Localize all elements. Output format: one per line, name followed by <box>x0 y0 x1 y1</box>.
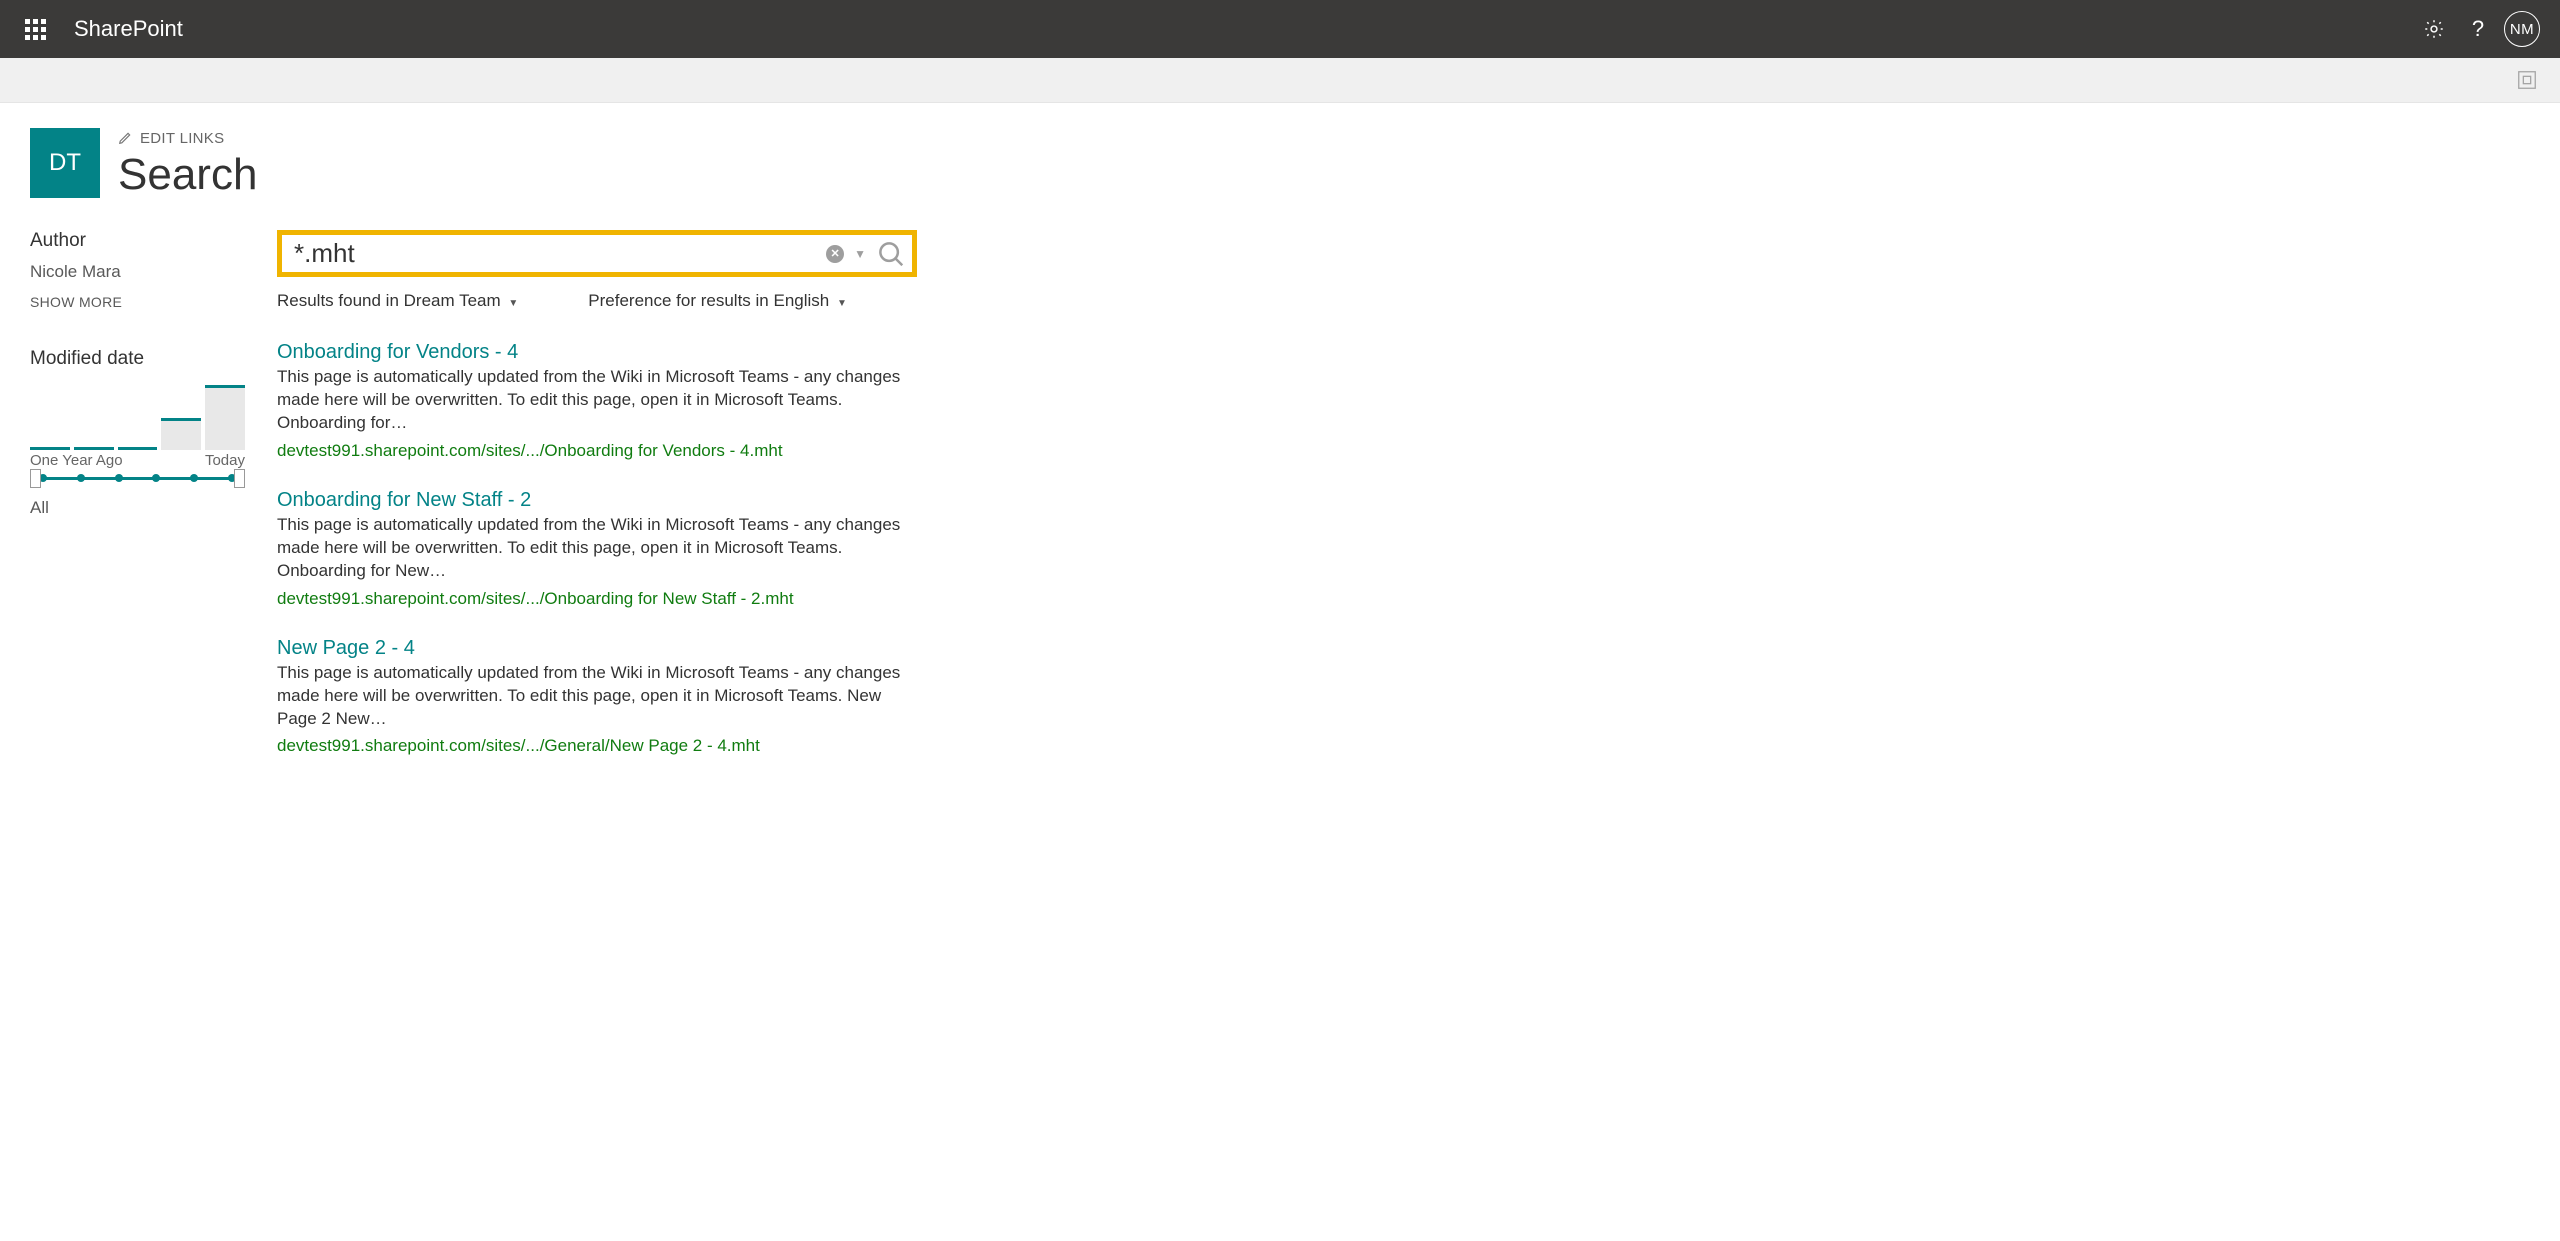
results-scope-dropdown[interactable]: Results found in Dream Team ▼ <box>277 291 518 311</box>
avatar-initials: NM <box>2504 11 2540 47</box>
result-snippet: This page is automatically updated from … <box>277 514 917 583</box>
refiners-panel: Author Nicole Mara SHOW MORE Modified da… <box>30 230 245 784</box>
results-found-prefix: Results found in <box>277 291 399 310</box>
results-list: Onboarding for Vendors - 4This page is a… <box>277 341 917 756</box>
gear-icon[interactable] <box>2412 7 2456 51</box>
edit-links-label: EDIT LINKS <box>140 130 224 147</box>
suite-bar: SharePoint ? NM <box>0 0 2560 58</box>
results-scope-value: Dream Team <box>404 291 501 310</box>
result-snippet: This page is automatically updated from … <box>277 366 917 435</box>
histogram-label-right: Today <box>205 452 245 469</box>
histogram-bar[interactable] <box>74 447 114 450</box>
results-column: ✕ ▼ Results found in Dream Team ▼ Prefer… <box>277 230 917 784</box>
results-meta: Results found in Dream Team ▼ Preference… <box>277 291 917 311</box>
search-box: ✕ ▼ <box>277 230 917 277</box>
histogram-bar[interactable] <box>118 447 158 450</box>
chevron-down-icon: ▼ <box>508 298 518 309</box>
result-title[interactable]: Onboarding for Vendors - 4 <box>277 341 917 364</box>
results-language-dropdown[interactable]: Preference for results in English ▼ <box>588 291 847 311</box>
refiner-author: Author Nicole Mara SHOW MORE <box>30 230 245 310</box>
histogram-bar[interactable] <box>161 418 201 450</box>
preference-prefix: Preference for results in <box>588 291 768 310</box>
search-result: New Page 2 - 4This page is automatically… <box>277 637 917 757</box>
result-snippet: This page is automatically updated from … <box>277 662 917 731</box>
result-title[interactable]: New Page 2 - 4 <box>277 637 917 660</box>
search-result: Onboarding for New Staff - 2This page is… <box>277 489 917 609</box>
search-submit-icon[interactable] <box>876 239 906 269</box>
result-url[interactable]: devtest991.sharepoint.com/sites/.../Gene… <box>277 736 917 756</box>
refiner-modified-all[interactable]: All <box>30 498 245 518</box>
result-title[interactable]: Onboarding for New Staff - 2 <box>277 489 917 512</box>
modified-histogram <box>30 380 245 450</box>
search-result: Onboarding for Vendors - 4This page is a… <box>277 341 917 461</box>
preference-lang-value: English <box>773 291 829 310</box>
result-url[interactable]: devtest991.sharepoint.com/sites/.../Onbo… <box>277 589 917 609</box>
secondary-bar <box>0 58 2560 103</box>
edit-links-button[interactable]: EDIT LINKS <box>118 130 257 147</box>
app-launcher-icon[interactable] <box>16 10 54 48</box>
focus-content-icon[interactable] <box>2516 69 2538 91</box>
date-range-slider[interactable] <box>39 477 236 480</box>
refiner-author-showmore[interactable]: SHOW MORE <box>30 294 245 310</box>
chevron-down-icon: ▼ <box>837 298 847 309</box>
clear-search-icon[interactable]: ✕ <box>826 245 844 263</box>
histogram-label-left: One Year Ago <box>30 452 123 469</box>
refiner-author-label: Author <box>30 230 245 252</box>
refiner-author-item[interactable]: Nicole Mara <box>30 262 245 282</box>
refiner-modified-label: Modified date <box>30 348 245 370</box>
slider-handle-left[interactable] <box>30 469 41 488</box>
histogram-bar[interactable] <box>205 385 245 450</box>
pencil-icon <box>118 131 132 145</box>
help-icon[interactable]: ? <box>2456 7 2500 51</box>
site-logo[interactable]: DT <box>30 128 100 198</box>
refiner-modified: Modified date One Year Ago Today <box>30 348 245 518</box>
user-avatar[interactable]: NM <box>2500 7 2544 51</box>
page-title: Search <box>118 153 257 197</box>
product-name[interactable]: SharePoint <box>74 16 183 42</box>
page-header: DT EDIT LINKS Search <box>30 128 2530 198</box>
result-url[interactable]: devtest991.sharepoint.com/sites/.../Onbo… <box>277 441 917 461</box>
search-input[interactable] <box>294 238 826 269</box>
search-dropdown-icon[interactable]: ▼ <box>854 247 866 261</box>
histogram-bar[interactable] <box>30 447 70 451</box>
slider-handle-right[interactable] <box>234 469 245 488</box>
page-body: DT EDIT LINKS Search Author Nicole Mara … <box>0 103 2560 809</box>
